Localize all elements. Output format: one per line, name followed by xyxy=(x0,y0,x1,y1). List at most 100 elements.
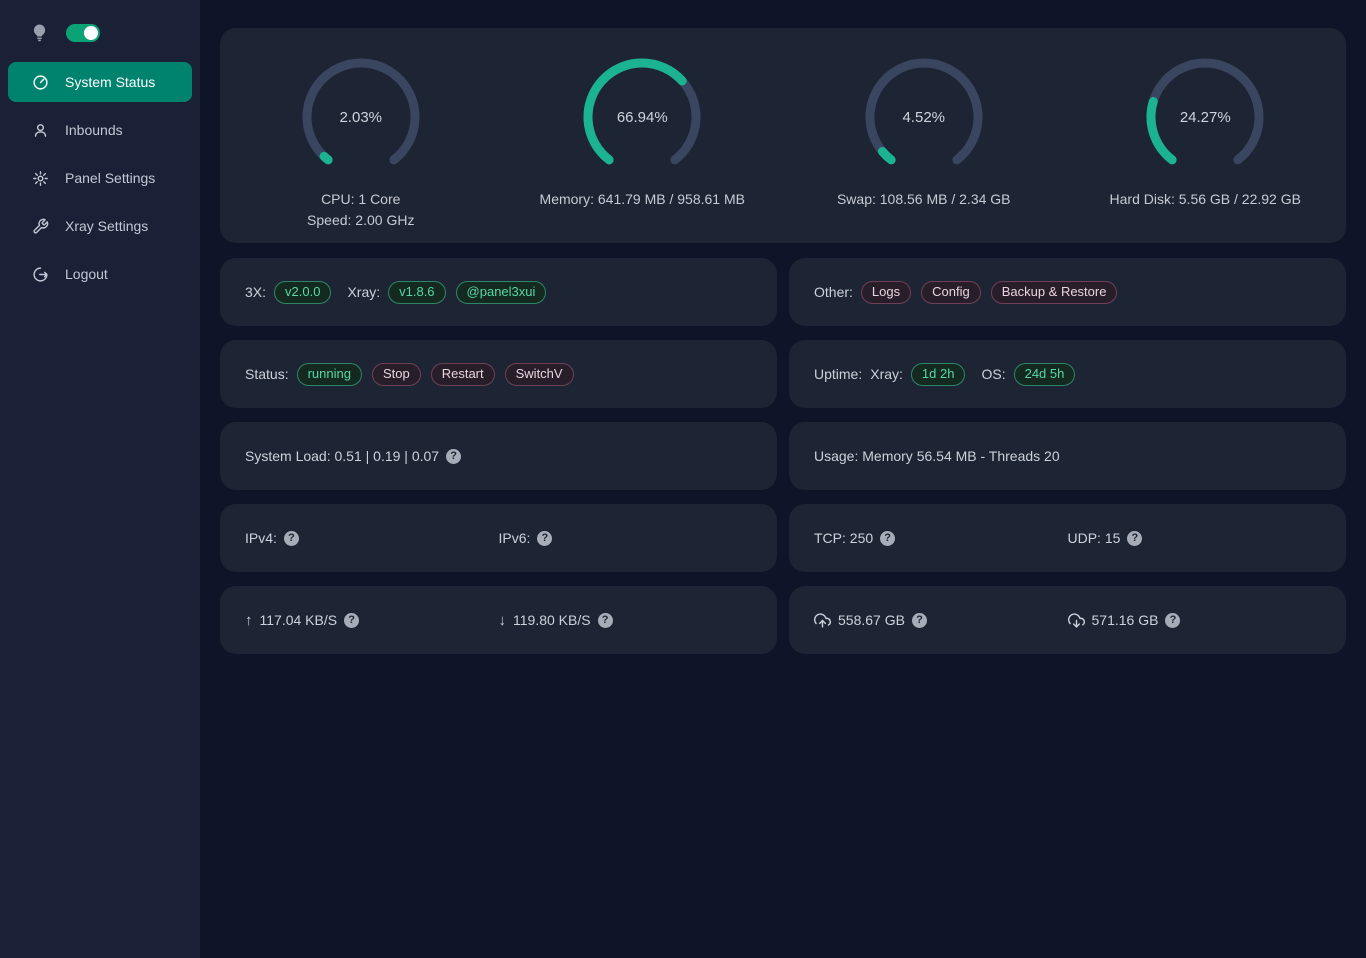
sidebar-item-logout[interactable]: Logout xyxy=(8,254,192,294)
swap-gauge-arc: 4.52% xyxy=(864,57,984,177)
uptime-card: Uptime: Xray: 1d 2h OS: 24d 5h xyxy=(789,340,1346,408)
upload-speed: 117.04 KB/S xyxy=(260,612,338,628)
system-overview-card: 2.03% CPU: 1 Core Speed: 2.00 GHz 66.94%… xyxy=(220,28,1346,243)
swap-gauge: 4.52% Swap: 108.56 MB / 2.34 GB xyxy=(783,57,1065,243)
stop-button[interactable]: Stop xyxy=(372,363,421,386)
disk-label: Hard Disk: 5.56 GB / 22.92 GB xyxy=(1110,189,1301,210)
help-icon[interactable]: ? xyxy=(344,613,359,628)
cpu-gauge-arc: 2.03% xyxy=(301,57,421,177)
version-xray-label: Xray: xyxy=(347,284,380,300)
speed-card: ↑ 117.04 KB/S ? ↓ 119.80 KB/S ? xyxy=(220,586,777,654)
usage-text: Usage: Memory 56.54 MB - Threads 20 xyxy=(814,448,1060,464)
arrow-up-icon: ↑ xyxy=(245,612,253,629)
backup-restore-tag[interactable]: Backup & Restore xyxy=(991,281,1118,304)
disk-gauge-arc: 24.27% xyxy=(1145,57,1265,177)
cloud-download-icon xyxy=(1068,612,1085,629)
help-icon[interactable]: ? xyxy=(912,613,927,628)
total-received-block: 571.16 GB ? xyxy=(1068,612,1322,629)
sidebar-item-inbounds[interactable]: Inbounds xyxy=(8,110,192,150)
cpu-gauge: 2.03% CPU: 1 Core Speed: 2.00 GHz xyxy=(220,57,502,243)
status-card: Status: running Stop Restart SwitchV xyxy=(220,340,777,408)
usage-card: Usage: Memory 56.54 MB - Threads 20 xyxy=(789,422,1346,490)
theme-row xyxy=(0,16,200,50)
status-label: Status: xyxy=(245,366,289,382)
other-label: Other: xyxy=(814,284,853,300)
other-card: Other: Logs Config Backup & Restore xyxy=(789,258,1346,326)
udp-count: UDP: 15 xyxy=(1068,530,1121,546)
upload-speed-block: ↑ 117.04 KB/S ? xyxy=(245,612,499,629)
swap-percent: 4.52% xyxy=(864,57,984,177)
sidebar-item-label: Xray Settings xyxy=(65,218,148,234)
gear-icon xyxy=(32,170,49,187)
system-load-text: System Load: 0.51 | 0.19 | 0.07 xyxy=(245,448,439,464)
memory-percent: 66.94% xyxy=(582,57,702,177)
memory-label: Memory: 641.79 MB / 958.61 MB xyxy=(540,189,745,210)
arrow-down-icon: ↓ xyxy=(499,612,507,629)
swap-label: Swap: 108.56 MB / 2.34 GB xyxy=(837,189,1011,210)
help-icon[interactable]: ? xyxy=(446,449,461,464)
sidebar-item-panel-settings[interactable]: Panel Settings xyxy=(8,158,192,198)
user-icon xyxy=(32,122,49,139)
theme-toggle-knob xyxy=(84,26,98,40)
info-cards-grid: 3X: v2.0.0 Xray: v1.8.6 @panel3xui Other… xyxy=(220,258,1346,654)
help-icon[interactable]: ? xyxy=(284,531,299,546)
main-content: 2.03% CPU: 1 Core Speed: 2.00 GHz 66.94%… xyxy=(200,0,1366,654)
help-icon[interactable]: ? xyxy=(1127,531,1142,546)
switch-version-button[interactable]: SwitchV xyxy=(505,363,574,386)
udp-block: UDP: 15 ? xyxy=(1068,530,1322,546)
memory-gauge: 66.94% Memory: 641.79 MB / 958.61 MB xyxy=(502,57,784,243)
version-3x-tag[interactable]: v2.0.0 xyxy=(274,281,331,304)
tcp-count: TCP: 250 xyxy=(814,530,873,546)
sidebar: System Status Inbounds Panel Settings xyxy=(0,0,200,958)
cloud-upload-icon xyxy=(814,612,831,629)
version-3x-label: 3X: xyxy=(245,284,266,300)
download-speed-block: ↓ 119.80 KB/S ? xyxy=(499,612,753,629)
total-sent-block: 558.67 GB ? xyxy=(814,612,1068,629)
total-sent: 558.67 GB xyxy=(838,612,905,628)
telegram-tag[interactable]: @panel3xui xyxy=(456,281,547,304)
sidebar-item-system-status[interactable]: System Status xyxy=(8,62,192,102)
uptime-os-label: OS: xyxy=(981,366,1005,382)
sidebar-item-label: Inbounds xyxy=(65,122,123,138)
sidebar-item-xray-settings[interactable]: Xray Settings xyxy=(8,206,192,246)
load-card: System Load: 0.51 | 0.19 | 0.07 ? xyxy=(220,422,777,490)
ipv6-block: IPv6: ? xyxy=(499,530,753,546)
disk-gauge: 24.27% Hard Disk: 5.56 GB / 22.92 GB xyxy=(1065,57,1347,243)
bulb-icon xyxy=(31,23,48,43)
sidebar-item-label: Panel Settings xyxy=(65,170,155,186)
help-icon[interactable]: ? xyxy=(537,531,552,546)
help-icon[interactable]: ? xyxy=(1165,613,1180,628)
sidebar-menu: System Status Inbounds Panel Settings xyxy=(0,62,200,294)
ip-card: IPv4: ? IPv6: ? xyxy=(220,504,777,572)
theme-toggle[interactable] xyxy=(66,24,100,42)
version-xray-tag[interactable]: v1.8.6 xyxy=(388,281,445,304)
xray-uptime-tag: 1d 2h xyxy=(911,363,966,386)
wrench-icon xyxy=(32,218,49,235)
download-speed: 119.80 KB/S xyxy=(513,612,591,628)
logs-tag[interactable]: Logs xyxy=(861,281,911,304)
totals-card: 558.67 GB ? 571.16 GB ? xyxy=(789,586,1346,654)
memory-gauge-arc: 66.94% xyxy=(582,57,702,177)
cpu-percent: 2.03% xyxy=(301,57,421,177)
uptime-xray-label: Xray: xyxy=(870,366,903,382)
sidebar-item-label: System Status xyxy=(65,74,155,90)
version-card: 3X: v2.0.0 Xray: v1.8.6 @panel3xui xyxy=(220,258,777,326)
cpu-label: CPU: 1 Core Speed: 2.00 GHz xyxy=(307,189,414,231)
uptime-label: Uptime: xyxy=(814,366,862,382)
ipv4-block: IPv4: ? xyxy=(245,530,499,546)
sidebar-item-label: Logout xyxy=(65,266,108,282)
logout-icon xyxy=(32,266,49,283)
restart-button[interactable]: Restart xyxy=(431,363,495,386)
connections-card: TCP: 250 ? UDP: 15 ? xyxy=(789,504,1346,572)
tcp-block: TCP: 250 ? xyxy=(814,530,1068,546)
ipv6-label: IPv6: xyxy=(499,530,531,546)
ipv4-label: IPv4: xyxy=(245,530,277,546)
os-uptime-tag: 24d 5h xyxy=(1014,363,1076,386)
xray-status-tag: running xyxy=(297,363,362,386)
help-icon[interactable]: ? xyxy=(880,531,895,546)
config-tag[interactable]: Config xyxy=(921,281,981,304)
disk-percent: 24.27% xyxy=(1145,57,1265,177)
dashboard-icon xyxy=(32,74,49,91)
help-icon[interactable]: ? xyxy=(598,613,613,628)
total-received: 571.16 GB xyxy=(1092,612,1159,628)
